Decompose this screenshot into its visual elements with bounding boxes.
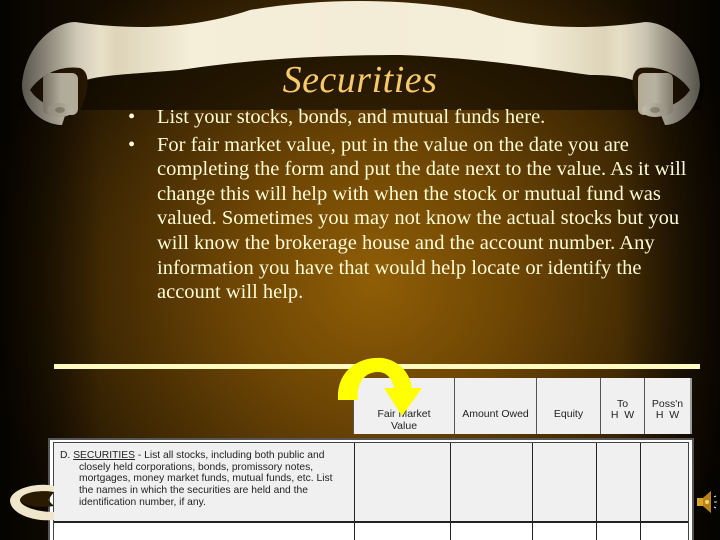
speaker-sound-icon[interactable]: [695, 487, 720, 517]
securities-form-table: D. SECURITIES - List all stocks, includi…: [48, 438, 694, 540]
possession-cell[interactable]: [640, 443, 688, 521]
entry-amount-owed-cell[interactable]: [450, 523, 532, 540]
section-description: the names in which the securities are he…: [79, 485, 308, 497]
section-letter: D.: [60, 450, 71, 461]
section-description: identification number, if any.: [79, 496, 206, 508]
section-description: closely held corporations, bonds, promis…: [79, 461, 314, 473]
securities-description: D. SECURITIES - List all stocks, includi…: [54, 443, 354, 521]
bullet-item: • For fair market value, put in the valu…: [128, 133, 688, 305]
section-description: - List all stocks, including both public…: [134, 450, 325, 461]
header-to: To H W: [600, 378, 644, 434]
header-label: Equity: [553, 408, 584, 421]
header-label: Poss'n: [651, 397, 684, 410]
header-label: To: [616, 397, 629, 410]
header-label: Amount Owed: [462, 408, 529, 421]
header-equity: Equity: [536, 378, 600, 434]
equity-cell[interactable]: [532, 443, 596, 521]
entry-equity-cell[interactable]: [532, 523, 596, 540]
header-possession: Poss'n H W: [644, 378, 690, 434]
curved-arrow-down-icon: [337, 357, 422, 416]
form-row-securities: D. SECURITIES - List all stocks, includi…: [54, 443, 688, 523]
bullet-icon: •: [128, 106, 136, 128]
header-label: H W: [655, 409, 680, 421]
header-amount-owed: Amount Owed: [454, 378, 536, 434]
amount-owed-cell[interactable]: [450, 443, 532, 521]
bullet-item: • List your stocks, bonds, and mutual fu…: [128, 105, 688, 130]
form-row-entry: [54, 523, 688, 540]
bullet-text: List your stocks, bonds, and mutual fund…: [157, 106, 546, 128]
entry-to-cell[interactable]: [596, 523, 640, 540]
entry-fair-market-value-cell[interactable]: [354, 523, 450, 540]
bullet-list: • List your stocks, bonds, and mutual fu…: [128, 105, 688, 308]
entry-possession-cell[interactable]: [640, 523, 688, 540]
to-cell[interactable]: [596, 443, 640, 521]
section-heading: SECURITIES: [73, 450, 135, 461]
bullet-text: For fair market value, put in the value …: [157, 133, 687, 304]
bullet-icon: •: [128, 133, 136, 156]
section-description: mortgages, money market funds, mutual fu…: [79, 473, 333, 485]
fair-market-value-cell[interactable]: [354, 443, 450, 521]
entry-description-cell[interactable]: [54, 523, 354, 540]
scroll-curl-decoration: [10, 484, 54, 521]
slide-title: Securities: [282, 59, 438, 101]
header-label: H W: [610, 409, 635, 421]
